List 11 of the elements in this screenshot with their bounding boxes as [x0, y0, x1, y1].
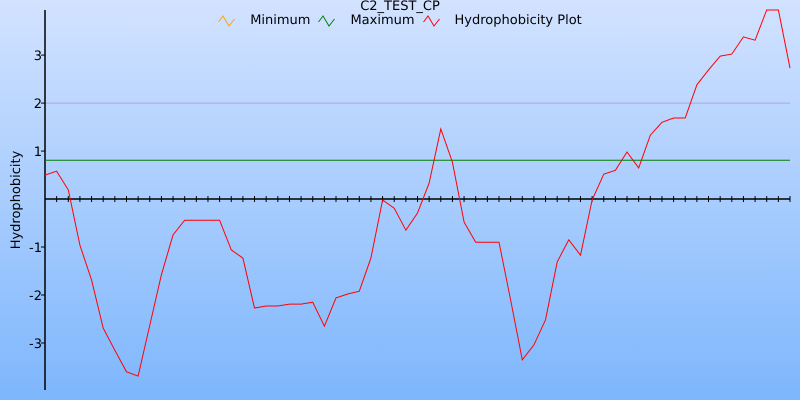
- y-tick-label: -3: [29, 336, 42, 352]
- y-tick-label: -1: [29, 241, 42, 256]
- y-tick-label: -2: [29, 289, 42, 304]
- chart-title: C2_TEST_CP: [360, 0, 440, 14]
- legend-label: Hydrophobicity Plot: [454, 14, 582, 28]
- legend-label: Minimum: [250, 14, 310, 28]
- y-tick-label: 3: [34, 49, 42, 64]
- y-tick-label: 2: [34, 97, 42, 112]
- y-tick-label: 1: [34, 145, 42, 160]
- y-axis-label: Hydrophobicity: [9, 150, 24, 250]
- legend-label: Maximum: [350, 14, 415, 28]
